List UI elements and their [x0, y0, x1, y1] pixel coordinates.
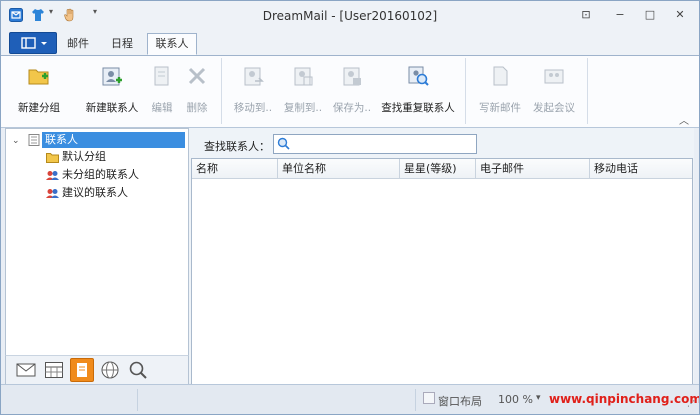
maximize-button[interactable]: □ [641, 7, 659, 23]
resize-grip-icon[interactable]: ⋰ [687, 399, 695, 408]
status-separator [137, 389, 138, 411]
contacts-table: 名称 单位名称 星星(等级) 电子邮件 移动电话 [191, 158, 693, 385]
tab-mail[interactable]: 邮件 [61, 34, 95, 54]
column-header-company[interactable]: 单位名称 [278, 159, 400, 178]
globe-icon[interactable] [100, 360, 120, 380]
close-button[interactable]: ✕ [671, 7, 689, 23]
ribbon-tab-row: 邮件 日程 联系人 [1, 31, 699, 56]
search-icon [277, 137, 290, 150]
tree-item-suggested[interactable]: 建议的联系人 [62, 185, 128, 201]
new-group-button[interactable]: 新建分组 [13, 60, 65, 120]
contact-add-icon [102, 67, 122, 86]
tab-contacts[interactable]: 联系人 [147, 33, 197, 55]
new-contact-button[interactable]: 新建联系人 [81, 60, 143, 120]
collapse-ribbon-icon[interactable]: ︿ [679, 112, 689, 127]
watermark-text: www.qinpinchang.com [549, 392, 700, 406]
contacts-main: 查找联系人： 名称 单位名称 星星(等级) 电子邮件 移动电话 [189, 128, 694, 385]
zoom-level[interactable]: 100 % [498, 393, 533, 406]
new-mail-icon [493, 66, 508, 86]
save-contact-icon [343, 67, 361, 86]
contact-tree-panel: ⌄ 联系人 默认分组 未分组的联系人 建议的联系人 [5, 128, 189, 385]
copy-contact-icon [294, 67, 313, 86]
find-duplicates-button[interactable]: 查找重复联系人 [379, 60, 457, 120]
tree-item-ungrouped[interactable]: 未分组的联系人 [62, 167, 139, 183]
status-bar: 窗口布局 100 % ▾ www.qinpinchang.com ⋰ [1, 384, 700, 414]
tree-item-default-group[interactable]: 默认分组 [62, 149, 106, 165]
search-icon[interactable] [128, 360, 148, 380]
copy-to-button[interactable]: 复制到.. [279, 60, 327, 120]
app-menu-icon [21, 37, 47, 49]
delete-icon [188, 67, 206, 85]
window-layout-label[interactable]: 窗口布局 [438, 393, 482, 409]
write-mail-button[interactable]: 写新邮件 [475, 60, 525, 120]
calendar-icon[interactable] [44, 360, 64, 380]
zoom-dropdown-icon[interactable]: ▾ [536, 393, 541, 403]
move-contact-icon [244, 67, 264, 86]
folder-add-icon [28, 69, 49, 85]
mail-icon[interactable] [16, 360, 36, 380]
app-menu-button[interactable] [9, 32, 57, 54]
search-label: 查找联系人： [204, 140, 270, 153]
edit-icon [154, 66, 169, 86]
tree-item-contacts[interactable]: 联系人 [42, 132, 185, 148]
column-header-stars[interactable]: 星星(等级) [400, 159, 476, 178]
title-bar: ▾ ▾ DreamMail - [User20160102] ⊡ − □ ✕ [1, 1, 699, 31]
find-duplicate-icon [408, 66, 429, 86]
move-to-button[interactable]: 移动到.. [229, 60, 277, 120]
ribbon-separator [587, 58, 588, 124]
tab-calendar[interactable]: 日程 [105, 34, 139, 54]
window-layout-checkbox[interactable] [423, 392, 435, 404]
save-as-button[interactable]: 保存为.. [329, 60, 375, 120]
folder-icon [46, 153, 59, 163]
contacts-group-icon [46, 171, 59, 180]
meeting-icon [544, 69, 564, 84]
ribbon-separator [465, 58, 466, 124]
column-header-mobile[interactable]: 移动电话 [590, 159, 692, 178]
contacts-book-icon [77, 363, 87, 377]
start-meeting-button[interactable]: 发起会议 [529, 60, 579, 120]
edit-button[interactable]: 编辑 [147, 60, 177, 120]
ribbon-separator [221, 58, 222, 124]
table-header: 名称 单位名称 星星(等级) 电子邮件 移动电话 [192, 159, 692, 179]
status-separator [415, 389, 416, 411]
minimize-button[interactable]: − [611, 7, 629, 23]
address-book-icon [28, 134, 40, 146]
tree-expand-icon[interactable]: ⌄ [12, 133, 20, 149]
module-switcher [5, 355, 189, 385]
delete-button[interactable]: 删除 [181, 60, 213, 120]
ribbon: 新建分组 新建联系人 编辑 删除 移动到.. 复制到.. 保存为.. 查找重复联… [1, 56, 699, 128]
contacts-module-button[interactable] [70, 358, 94, 382]
column-header-email[interactable]: 电子邮件 [476, 159, 590, 178]
column-header-name[interactable]: 名称 [192, 159, 278, 178]
app-window: ▾ ▾ DreamMail - [User20160102] ⊡ − □ ✕ 邮… [0, 0, 700, 415]
search-input[interactable] [273, 134, 477, 154]
contacts-group-icon [46, 189, 59, 198]
layout-toggle-icon[interactable]: ⊡ [577, 7, 595, 23]
